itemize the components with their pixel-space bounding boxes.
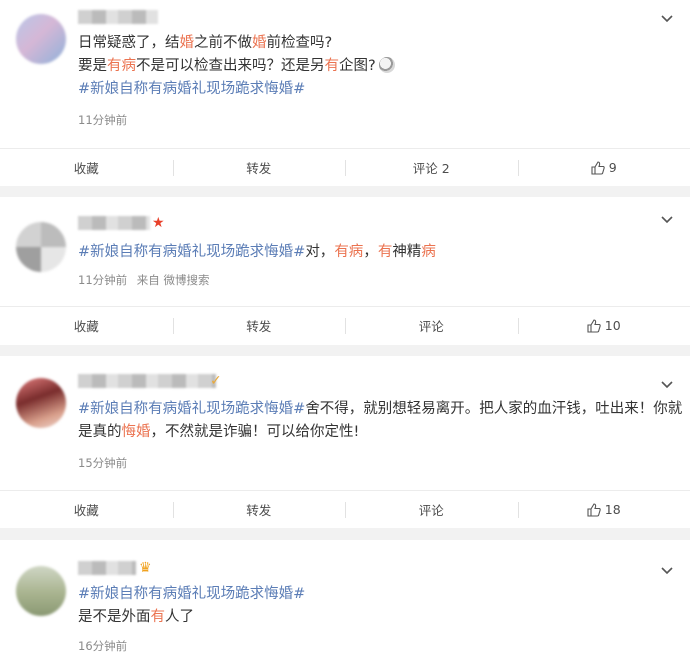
comment-button[interactable]: 评论 2 [345,149,518,186]
text-segment: 企图? [339,58,376,74]
username-blurred[interactable] [78,10,158,24]
comment-text: #新娘自称有病婚礼现场跪求悔婚# 是不是外面有人了 [78,583,670,629]
comment-button[interactable]: 评论 [345,491,518,528]
text-segment: 有病 [107,58,136,74]
text-segment: 之前不做 [194,35,252,51]
timestamp: 15分钟前 [78,456,128,470]
text-segment: 前检查吗? [266,35,333,51]
comment-card: ♛ #新娘自称有病婚礼现场跪求悔婚# 是不是外面有人了 16分钟前 [0,540,690,662]
like-button[interactable]: 18 [517,491,690,528]
chevron-down-icon[interactable] [660,14,674,24]
thumbs-up-icon [587,502,601,517]
text-segment: 有 [377,244,393,260]
favorite-button[interactable]: 收藏 [0,491,173,528]
comment-text: #新娘自称有病婚礼现场跪求悔婚#对，有病，有神精病 [78,241,670,264]
action-bar: 收藏 转发 评论 18 [0,490,690,528]
repost-button[interactable]: 转发 [172,491,346,528]
avatar[interactable] [16,222,66,272]
favorite-button[interactable]: 收藏 [0,307,173,344]
text-segment: 人了 [165,609,194,625]
comment-line: #新娘自称有病婚礼现场跪求悔婚#对，有病，有神精病 [78,241,670,264]
username-blurred[interactable] [78,374,216,388]
comment-line: 是真的悔婚，不然就是诈骗！可以给你定性! [78,421,670,444]
action-bar: 收藏 转发 评论 10 [0,306,690,344]
hashtag-link[interactable]: #新娘自称有病婚礼现场跪求悔婚# [78,81,305,97]
comment-line: #新娘自称有病婚礼现场跪求悔婚# [78,78,670,101]
badge-verified-icon: ✓ [210,373,222,389]
text-segment: 是不是外面 [78,609,151,625]
text-segment: 对， [305,244,335,260]
avatar[interactable] [16,14,66,64]
comment-meta: 11分钟前 [78,112,127,128]
text-segment: 神精 [392,244,422,260]
comment-line: 是不是外面有人了 [78,606,670,629]
comment-button[interactable]: 评论 [345,307,518,344]
comment-line: 日常疑惑了，结婚之前不做婚前检查吗? [78,32,670,55]
timestamp: 11分钟前 [78,113,128,127]
text-segment: 有病 [334,244,364,260]
like-button[interactable]: 10 [517,307,690,344]
repost-button[interactable]: 转发 [172,149,346,186]
badge-star-icon: ★ [152,215,165,231]
thumbs-up-icon [587,318,601,333]
comment-line: #新娘自称有病婚礼现场跪求悔婚#舍不得，就别想轻易离开。把人家的血汗钱，吐出来！… [78,398,682,421]
avatar[interactable] [16,566,66,616]
text-segment: 要是 [78,58,107,74]
hashtag-link[interactable]: #新娘自称有病婚礼现场跪求悔婚# [78,586,305,602]
text-segment: ， [363,244,378,260]
comment-meta: 16分钟前 [78,638,127,654]
comment-card: ✓ #新娘自称有病婚礼现场跪求悔婚#舍不得，就别想轻易离开。把人家的血汗钱，吐出… [0,356,690,528]
text-segment: 是真的 [78,424,122,440]
text-segment: 舍不得，就别想轻易离开。把人家的血汗钱，吐出来！你就 [305,401,683,417]
username-blurred[interactable] [78,561,136,575]
favorite-button[interactable]: 收藏 [0,149,173,186]
comment-text: 日常疑惑了，结婚之前不做婚前检查吗? 要是有病不是可以检查出来吗？还是另有企图? #… [78,32,670,101]
text-segment: 病 [421,244,436,260]
comment-card: 日常疑惑了，结婚之前不做婚前检查吗? 要是有病不是可以检查出来吗？还是另有企图? #… [0,0,690,186]
timestamp: 11分钟前 [78,273,128,287]
timestamp: 16分钟前 [78,639,128,653]
thumbs-up-icon [591,160,605,175]
comment-line: #新娘自称有病婚礼现场跪求悔婚# [78,583,670,606]
text-segment: 婚 [179,35,195,51]
hashtag-link[interactable]: #新娘自称有病婚礼现场跪求悔婚# [78,401,305,417]
comment-text: #新娘自称有病婚礼现场跪求悔婚#舍不得，就别想轻易离开。把人家的血汗钱，吐出来！… [78,398,682,444]
action-bar: 收藏 转发 评论 2 9 [0,148,690,186]
text-segment: 不是可以检查出来吗？还是另 [136,58,325,74]
emoji-icon [378,57,395,73]
source-label: 来自 微博搜索 [136,273,210,287]
comment-meta: 11分钟前 来自 微博搜索 [78,272,209,288]
hashtag-link[interactable]: #新娘自称有病婚礼现场跪求悔婚# [78,244,305,260]
repost-button[interactable]: 转发 [172,307,346,344]
chevron-down-icon[interactable] [660,215,674,225]
avatar[interactable] [16,378,66,428]
text-segment: 日常疑惑了，结 [78,35,180,51]
chevron-down-icon[interactable] [660,380,674,390]
comment-meta: 15分钟前 [78,455,127,471]
chevron-down-icon[interactable] [660,566,674,576]
comment-card: ★ #新娘自称有病婚礼现场跪求悔婚#对，有病，有神精病 11分钟前 来自 微博搜… [0,197,690,345]
text-segment: ，不然就是诈骗！可以给你定性! [150,424,360,440]
text-segment: 有 [324,58,340,74]
badge-crown-icon: ♛ [139,560,152,576]
text-segment: 婚 [252,35,267,51]
text-segment: 有 [150,609,166,625]
text-segment: 悔婚 [121,424,151,440]
comment-line: 要是有病不是可以检查出来吗？还是另有企图? [78,55,670,78]
username-blurred[interactable] [78,216,150,230]
like-button[interactable]: 9 [517,149,690,186]
